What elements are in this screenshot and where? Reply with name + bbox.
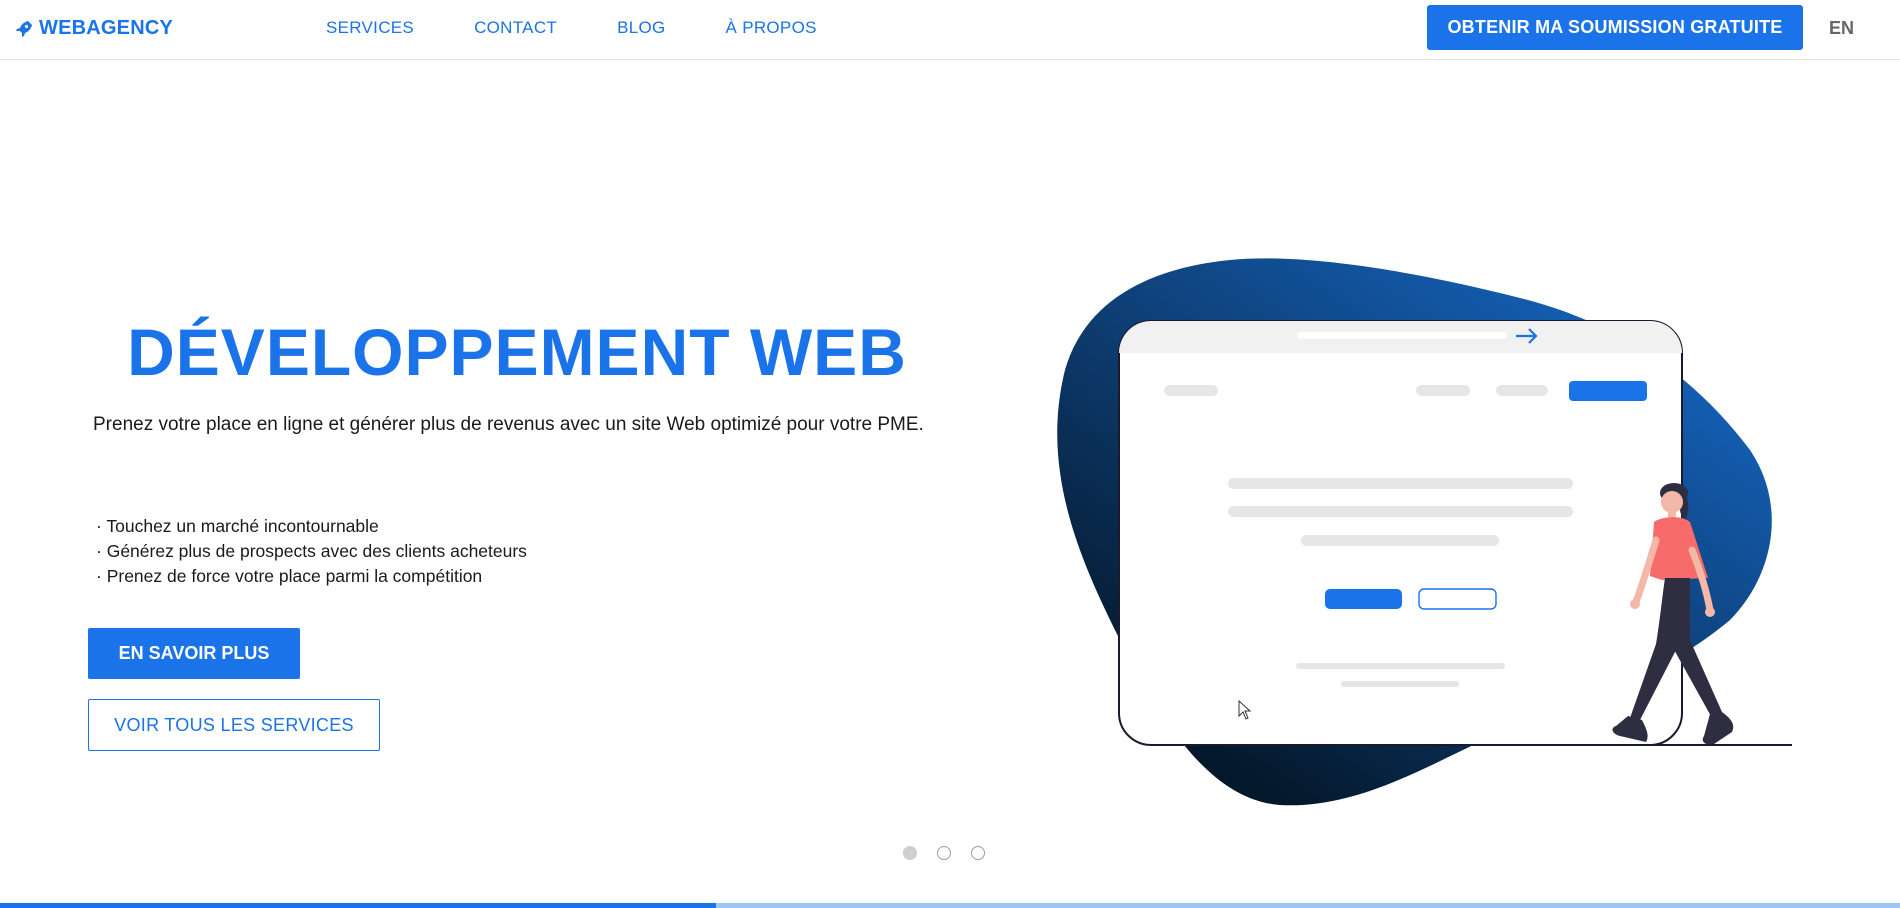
- carousel-dot-1[interactable]: [903, 846, 917, 860]
- rocket-icon: [16, 20, 32, 37]
- main-nav: SERVICES CONTACT BLOG À PROPOS: [326, 18, 877, 38]
- top-navbar: WEBAGENCY SERVICES CONTACT BLOG À PROPOS…: [0, 0, 1900, 60]
- nav-link-about[interactable]: À PROPOS: [726, 18, 817, 38]
- bullet-item: Touchez un marché incontournable: [96, 514, 527, 539]
- view-all-services-button[interactable]: VOIR TOUS LES SERVICES: [88, 699, 380, 751]
- carousel-dot-3[interactable]: [971, 846, 985, 860]
- nav-link-contact[interactable]: CONTACT: [474, 18, 557, 38]
- hero-illustration: [1057, 258, 1792, 806]
- nav-link-services[interactable]: SERVICES: [326, 18, 414, 38]
- free-quote-button[interactable]: OBTENIR MA SOUMISSION GRATUITE: [1427, 5, 1803, 50]
- learn-more-button[interactable]: EN SAVOIR PLUS: [88, 628, 300, 679]
- carousel-pagination: [903, 846, 985, 860]
- carousel-dot-2[interactable]: [937, 846, 951, 860]
- carousel-progress-bar: [0, 903, 1900, 908]
- hero-bullet-list: Touchez un marché incontournable Générez…: [96, 514, 527, 589]
- carousel-progress-fill: [0, 903, 717, 908]
- site-logo[interactable]: WEBAGENCY: [14, 17, 173, 40]
- nav-link-blog[interactable]: BLOG: [617, 18, 665, 38]
- bullet-item: Générez plus de prospects avec des clien…: [96, 539, 527, 564]
- hero-subtitle: Prenez votre place en ligne et générer p…: [93, 414, 924, 435]
- bullet-item: Prenez de force votre place parmi la com…: [96, 564, 527, 589]
- language-switch[interactable]: EN: [1829, 18, 1854, 39]
- logo-text: WEBAGENCY: [39, 17, 174, 39]
- hero-title: DÉVELOPPEMENT WEB: [127, 315, 907, 389]
- mouse-cursor-icon: [1238, 700, 1252, 720]
